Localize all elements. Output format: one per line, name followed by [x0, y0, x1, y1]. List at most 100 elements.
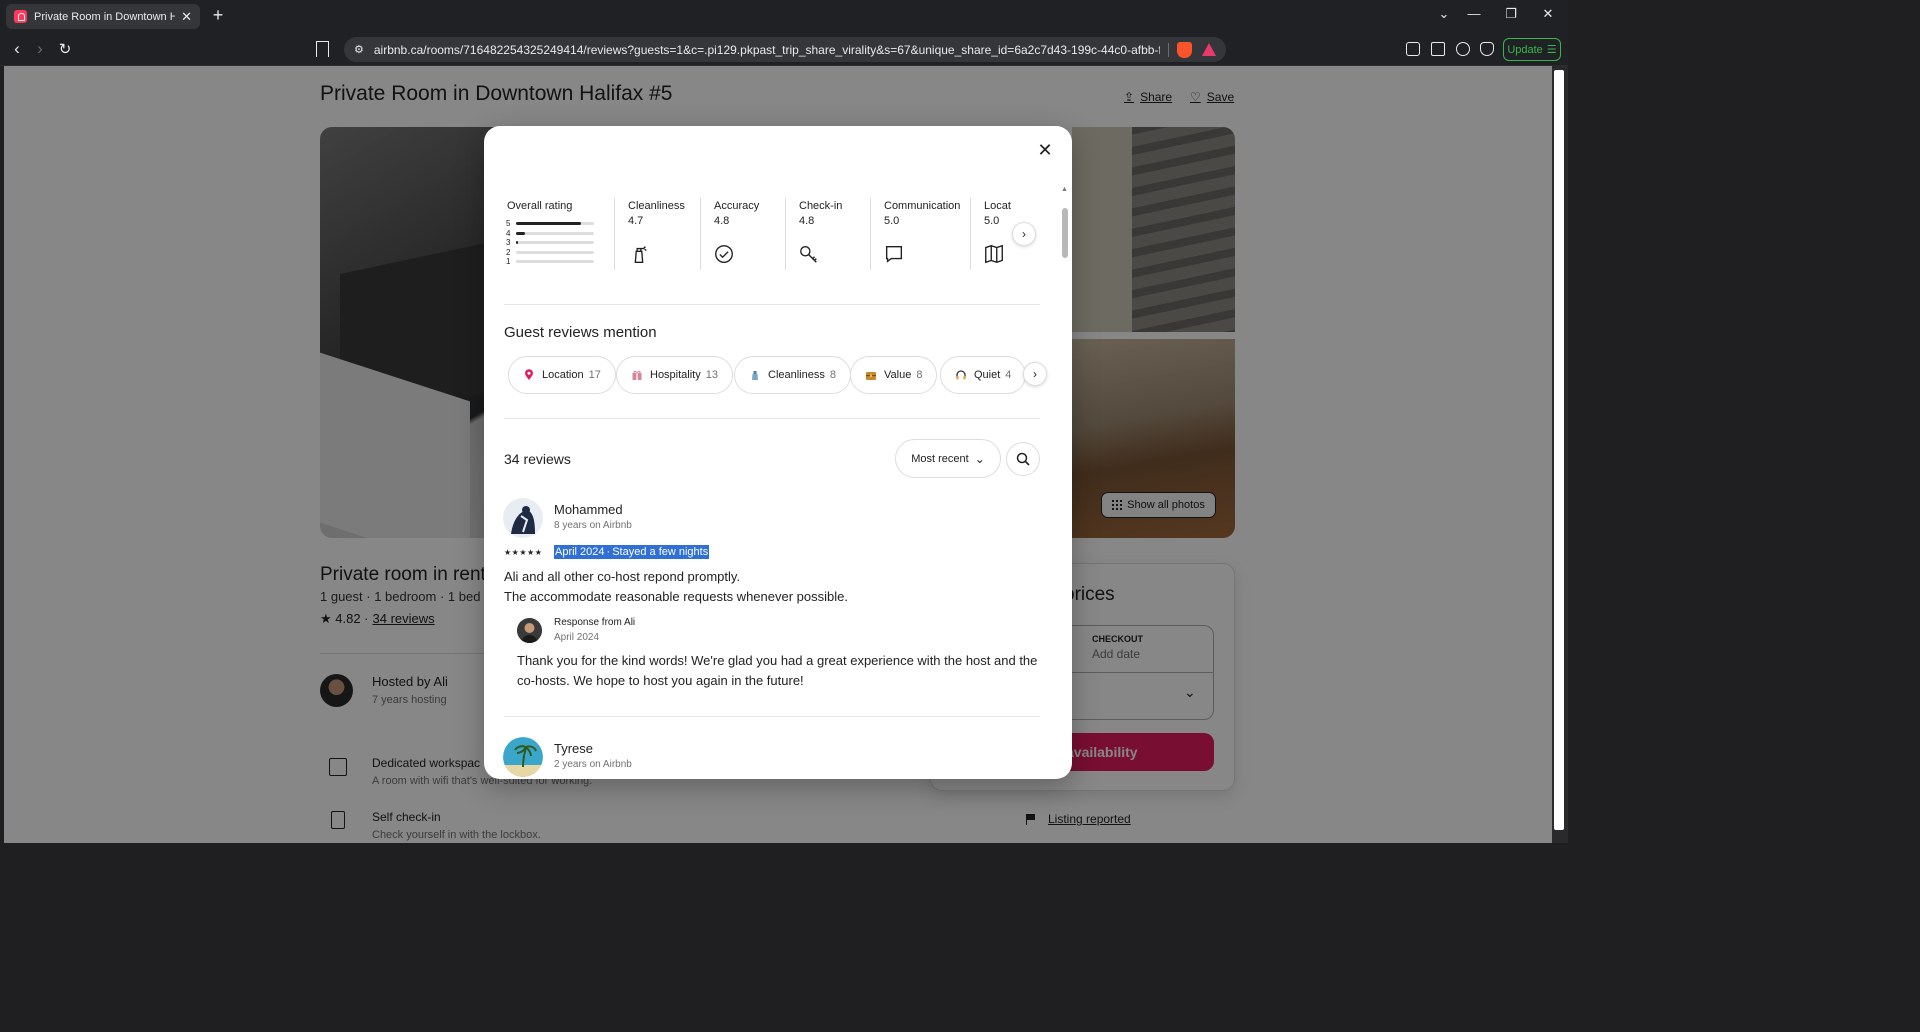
key-icon — [800, 245, 817, 263]
review-date: April 2024 — [554, 545, 606, 559]
rating-bar-label: 5 — [506, 219, 511, 229]
reviewer-meta: 2 years on Airbnb — [554, 759, 632, 770]
search-reviews-button[interactable] — [1006, 442, 1040, 476]
map-icon — [985, 244, 1003, 264]
chip-label: Hospitality — [650, 369, 701, 381]
mentions-next-button[interactable]: › — [1023, 362, 1047, 386]
review-meta-line: April 2024 · Stayed a few nights — [554, 545, 710, 559]
rating-bar-fill — [516, 241, 518, 245]
tab-list-chevron-icon[interactable]: ⌄ — [1436, 6, 1452, 22]
vpn-shield-icon[interactable] — [1480, 42, 1494, 56]
minimize-icon[interactable]: — — [1466, 6, 1482, 21]
sidebar-icon[interactable] — [1406, 42, 1420, 56]
chip-count: 17 — [588, 369, 601, 381]
rating-bar-label: 4 — [506, 228, 511, 238]
browser-tab-bar: Private Room in Downtown Halif ✕ + ⌄ — ❐… — [0, 0, 1568, 33]
location-pin-icon — [525, 369, 533, 380]
rating-value: 4.8 — [714, 215, 730, 227]
brave-rewards-icon[interactable] — [1202, 43, 1216, 56]
treasure-chest-icon — [866, 372, 876, 380]
mention-chips: Location 17 Hospitality 13 Cleanliness 8… — [508, 356, 1028, 396]
rating-bar-label: 3 — [506, 238, 511, 248]
modal-scrollbar[interactable]: ▲ — [1061, 186, 1069, 776]
modal-scrollbar-thumb[interactable] — [1062, 208, 1068, 258]
ratings-summary: Overall rating 54321 Cleanliness 4.7 Acc… — [504, 198, 1024, 270]
chevron-right-icon: › — [1022, 227, 1026, 241]
chip-value[interactable]: Value 8 — [850, 356, 938, 394]
review-stars: ★★★★★ — [504, 548, 543, 557]
response-text: Thank you for the kind words! We're glad… — [517, 653, 1038, 688]
chip-count: 8 — [829, 369, 836, 381]
close-icon[interactable]: ✕ — [1035, 140, 1055, 160]
back-icon[interactable]: ‹ — [8, 39, 26, 59]
chip-label: Value — [884, 369, 912, 381]
chip-cleanliness[interactable]: Cleanliness 8 — [734, 356, 851, 394]
browser-tab[interactable]: Private Room in Downtown Halif ✕ — [6, 4, 200, 29]
scroll-up-icon[interactable]: ▲ — [1061, 186, 1068, 193]
sort-label: Most recent — [911, 452, 969, 465]
window-close-icon[interactable]: ✕ — [1540, 6, 1556, 22]
url-text[interactable]: airbnb.ca/rooms/716482254325249414/revie… — [374, 43, 1160, 57]
rating-bar-track — [516, 260, 594, 264]
brave-shield-icon[interactable] — [1177, 41, 1192, 58]
browser-toolbar: ‹ › ↻ ⚙ airbnb.ca/rooms/7164822543252494… — [0, 33, 1568, 66]
sort-dropdown[interactable]: Most recent ⌄ — [895, 439, 1001, 478]
chevron-right-icon: › — [1033, 367, 1037, 381]
chip-count: 8 — [916, 369, 923, 381]
reviewer-avatar[interactable] — [503, 737, 543, 777]
page-scrollbar[interactable] — [1552, 66, 1568, 843]
reviewer-name: Mohammed — [554, 502, 623, 517]
reviewer-avatar[interactable] — [503, 498, 543, 538]
chevron-down-icon: ⌄ — [974, 451, 985, 466]
restore-icon[interactable]: ❐ — [1503, 6, 1519, 22]
chat-bubble-icon — [885, 245, 903, 263]
rating-communication: Communication 5.0 — [870, 198, 970, 270]
rating-value: 4.7 — [628, 215, 644, 227]
chip-label: Location — [542, 369, 584, 381]
check-circle-icon — [715, 245, 733, 263]
chip-quiet[interactable]: Quiet 4 — [940, 356, 1027, 394]
spray-bottle-icon — [752, 371, 758, 380]
reload-icon[interactable]: ↻ — [56, 40, 74, 58]
rating-check-in: Check-in 4.8 — [785, 198, 870, 270]
tab-title: Private Room in Downtown Halif — [34, 10, 176, 23]
page-scrollbar-thumb[interactable] — [1554, 70, 1564, 830]
host-photo-icon — [517, 618, 542, 643]
rating-bar-label: 2 — [506, 247, 511, 257]
rating-bar-fill — [516, 231, 525, 235]
overall-rating-label: Overall rating — [507, 200, 573, 212]
reviews-count: 34 reviews — [504, 451, 571, 467]
ratings-next-button[interactable]: › — [1012, 222, 1036, 246]
new-tab-button[interactable]: + — [209, 5, 227, 26]
reviewer-meta: 8 years on Airbnb — [554, 520, 632, 531]
review-text: Ali and all other co-host repond promptl… — [504, 567, 1024, 607]
review-stay-length: Stayed a few nights — [611, 545, 710, 559]
rating-label: Cleanliness — [628, 200, 685, 212]
update-button[interactable]: Update ☰ — [1503, 38, 1561, 61]
tab-close-icon[interactable]: ✕ — [181, 9, 192, 25]
rating-bar-row: 1 — [506, 257, 596, 267]
rating-bar-row: 2 — [506, 248, 596, 258]
wallet-icon[interactable] — [1431, 42, 1445, 56]
chip-location[interactable]: Location 17 — [508, 356, 616, 394]
leo-ai-icon[interactable] — [1456, 42, 1470, 56]
chip-hospitality[interactable]: Hospitality 13 — [616, 356, 733, 394]
rating-bar-row: 3 — [506, 238, 596, 248]
response-date: April 2024 — [554, 632, 600, 643]
site-settings-icon[interactable]: ⚙ — [354, 43, 364, 56]
rating-bar-track — [516, 241, 594, 245]
review-text-line: Ali and all other co-host repond promptl… — [504, 569, 741, 584]
mentions-heading: Guest reviews mention — [504, 324, 657, 341]
forward-icon[interactable]: › — [31, 39, 49, 59]
host-response-avatar[interactable] — [517, 618, 542, 643]
bookmark-icon[interactable] — [316, 41, 329, 57]
rating-value: 5.0 — [884, 215, 900, 227]
rating-bar-track — [516, 231, 594, 235]
address-bar[interactable]: ⚙ airbnb.ca/rooms/716482254325249414/rev… — [344, 37, 1226, 62]
rating-bar-label: 1 — [506, 257, 511, 267]
rating-label: Locat — [984, 200, 1011, 212]
rating-bar-row: 4 — [506, 229, 596, 239]
rating-distribution: 54321 — [506, 219, 596, 267]
search-icon — [1016, 452, 1030, 466]
chip-label: Quiet — [974, 369, 1001, 381]
